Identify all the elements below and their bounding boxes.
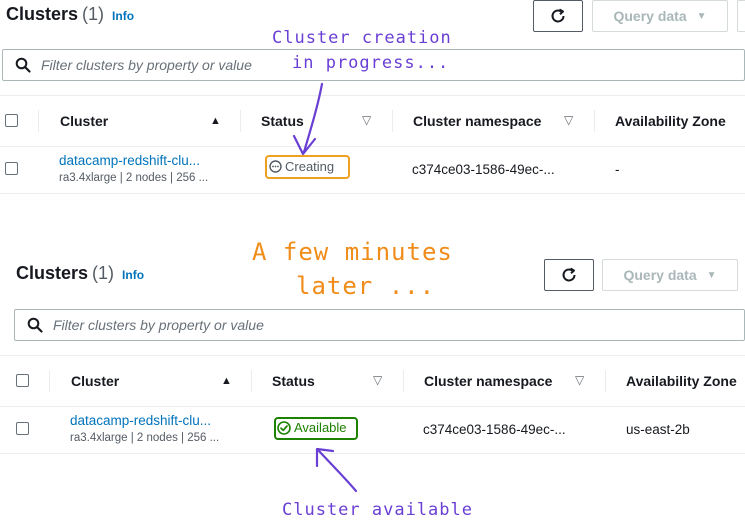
annotation-available: Cluster available [282,500,473,520]
annotation-arrow-available [315,447,358,493]
